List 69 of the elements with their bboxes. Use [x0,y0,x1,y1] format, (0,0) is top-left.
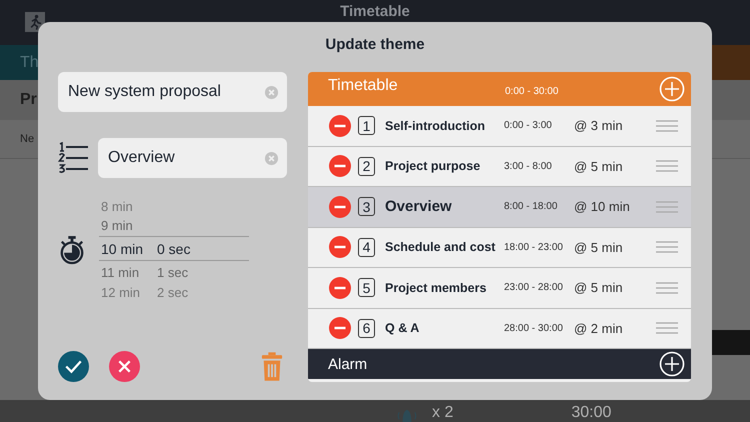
running-figure-icon[interactable] [25,10,45,34]
add-button[interactable] [659,351,685,377]
remove-button[interactable] [329,155,351,178]
minus-icon [329,196,351,218]
confirm-button[interactable] [58,351,89,382]
item-number: 4 [358,238,375,257]
drag-handle-icon[interactable] [656,322,678,334]
item-title: Q & A [385,321,420,336]
seconds-option[interactable]: 0 sec [157,240,249,256]
total-time: 30:00 [571,403,612,422]
timetable-title: Timetable [328,77,398,95]
bar-background [710,330,750,355]
item-range: 8:00 - 18:00 [504,201,558,212]
minus-icon [329,155,351,178]
item-alarm: @ 10 min [574,199,631,214]
dialog-title: Update theme [324,36,426,55]
item-number: 2 [358,156,375,176]
drag-handle-icon[interactable] [656,200,678,213]
item-title: Self-introduction [385,118,486,133]
timetable-row[interactable]: 4 Schedule and cost 18:00 - 23:00 @ 5 min [308,228,691,268]
section-field[interactable]: Overview [98,138,287,178]
minus-icon [329,114,351,137]
item-title: Project purpose [385,159,482,174]
minutes-option[interactable]: 10 min [99,240,157,256]
item-alarm: @ 2 min [574,320,624,336]
remove-button[interactable] [329,276,351,299]
plus-icon [659,351,685,377]
numbered-list-icon [58,142,90,174]
item-range: 28:00 - 30:00 [504,322,564,334]
item-range: 18:00 - 23:00 [504,242,564,253]
item-alarm: @ 5 min [574,240,624,255]
total-range: 0:00 - 30:00 [505,86,558,97]
item-alarm: @ 3 min [574,118,624,134]
remove-button[interactable] [329,114,351,137]
drag-handle-icon[interactable] [656,241,678,254]
item-title: Schedule and cost [385,240,496,254]
item-number: 1 [358,116,375,136]
remove-button[interactable] [329,196,351,218]
item-alarm: @ 5 min [574,280,624,296]
remove-button[interactable] [329,236,351,258]
row-text: Ne [20,133,34,145]
drag-handle-icon[interactable] [656,160,678,172]
app-title: Timetable [340,3,410,20]
minus-icon [329,236,351,258]
alarm-count: x 2 [432,403,454,422]
drag-handle-icon[interactable] [656,282,678,294]
timetable-row[interactable]: 5 Project members 23:00 - 28:00 @ 5 min [308,268,691,308]
alarm-title: Alarm [328,356,368,372]
drag-handle-icon[interactable] [656,120,678,132]
stopwatch-icon [59,234,85,264]
cancel-button[interactable] [109,351,140,382]
minus-icon [329,276,351,299]
name-field[interactable]: New system proposal [58,72,287,112]
item-number: 5 [358,278,375,298]
timetable-row[interactable]: 1 Self-introduction 0:00 - 3:00 @ 3 min [308,106,691,146]
item-title: Project members [385,280,488,295]
timetable-row[interactable]: 3 Overview 8:00 - 18:00 @ 10 min [308,187,691,228]
item-range: 23:00 - 28:00 [504,282,564,294]
row-title: Pr [20,91,37,109]
item-number: 6 [358,318,375,338]
item-range: 3:00 - 8:00 [504,160,553,172]
item-title: Overview [385,198,453,216]
item-range: 0:00 - 3:00 [504,120,553,132]
plus-icon [659,76,685,102]
item-number: 3 [358,197,375,216]
duration-picker[interactable]: 8 min 9 min 10 min 0 sec 11 min 1 sec 12 min 2 sec [99,198,249,301]
remove-button[interactable] [329,317,351,340]
item-alarm: @ 5 min [574,158,624,174]
minus-icon [329,317,351,340]
